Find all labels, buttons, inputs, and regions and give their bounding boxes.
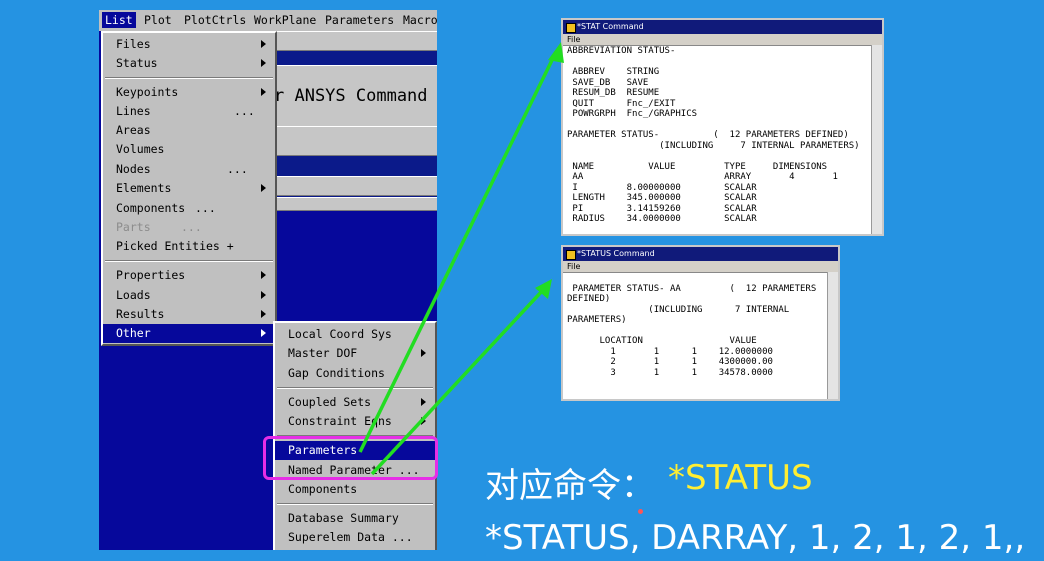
arrow-to-stat-window — [358, 51, 558, 453]
arrow-to-status-window — [370, 288, 545, 476]
caption-label: 对应命令： — [485, 466, 655, 506]
caption-example-command: *STATUS, DARRAY, 1, 2, 1, 2, 1,, — [485, 518, 1026, 558]
caption-command: *STATUS — [668, 458, 813, 498]
arrowhead-icon — [548, 42, 564, 63]
pointer-dot — [638, 509, 643, 514]
